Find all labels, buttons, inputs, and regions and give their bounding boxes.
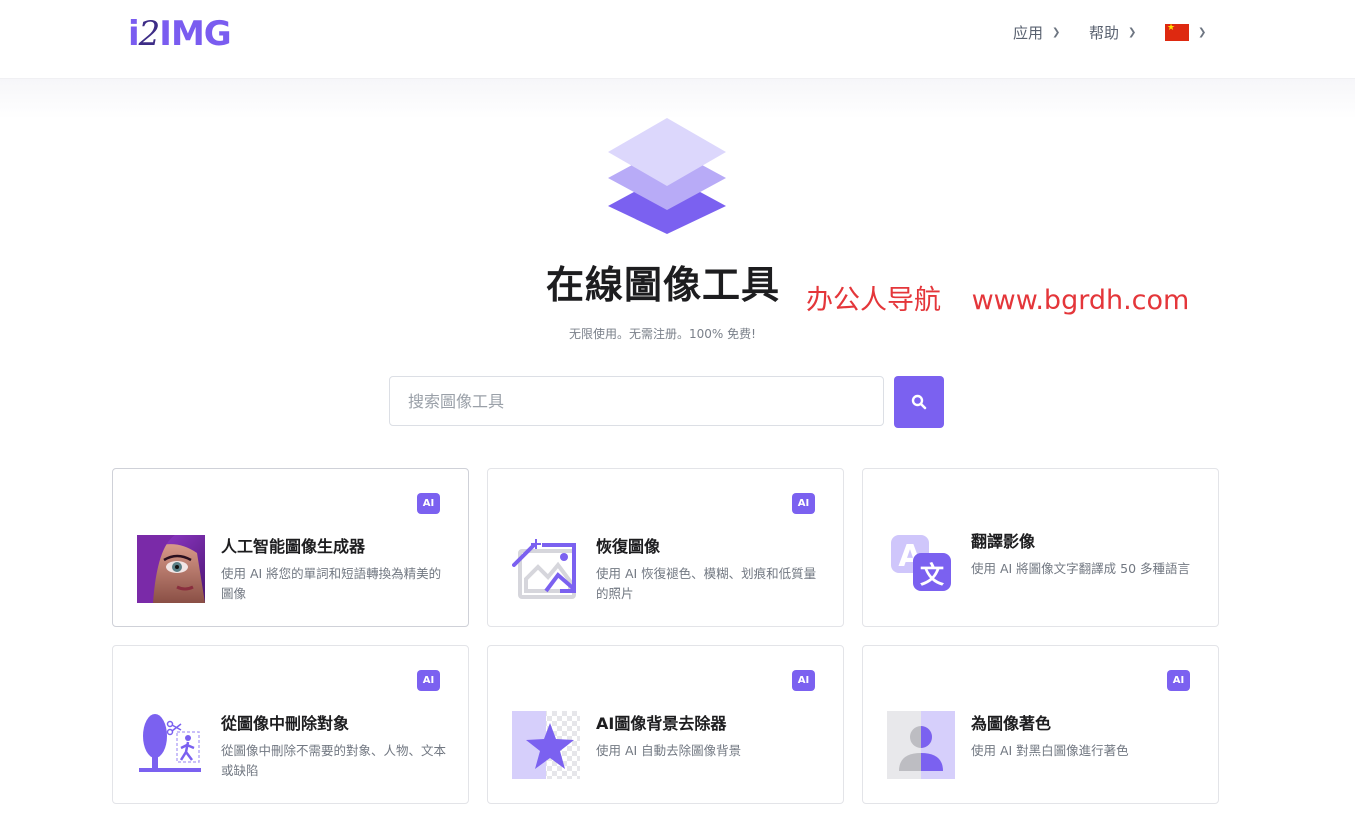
logo-prefix: i <box>128 14 140 54</box>
language-selector[interactable]: ★ ❯ <box>1165 24 1206 41</box>
ai-portrait-image <box>137 535 205 603</box>
chevron-down-icon: ❯ <box>1052 27 1061 38</box>
tool-description: 使用 AI 自動去除圖像背景 <box>596 743 742 758</box>
tool-description: 使用 AI 將圖像文字翻譯成 50 多種語言 <box>971 561 1191 576</box>
layers-icon <box>608 118 726 234</box>
tool-card-translate-image[interactable]: A 文 翻譯影像 使用 AI 將圖像文字翻譯成 50 多種語言 <box>862 468 1219 627</box>
ai-badge: AI <box>792 493 815 514</box>
tool-card-remove-object[interactable]: AI 從圖像中刪除對象 從圖像中刪除不需要的對象、人物、文本或缺陷 <box>112 645 469 804</box>
object-remove-icon <box>139 714 201 772</box>
tool-title: 從圖像中刪除對象 <box>221 714 350 733</box>
tool-title: 恢復圖像 <box>596 537 661 556</box>
tool-card-colorize-image[interactable]: AI 為圖像著色 使用 AI 對黑白圖像進行著色 <box>862 645 1219 804</box>
nav-apps-menu[interactable]: 应用 ❯ <box>1013 22 1060 43</box>
search-button[interactable] <box>894 376 944 428</box>
ai-badge: AI <box>417 493 440 514</box>
tool-description: 使用 AI 將您的單詞和短語轉換為精美的圖像 <box>221 566 442 601</box>
chevron-down-icon: ❯ <box>1198 27 1207 38</box>
tool-description: 使用 AI 對黑白圖像進行著色 <box>971 743 1129 758</box>
tool-title: 翻譯影像 <box>971 532 1036 551</box>
tool-title: 為圖像著色 <box>971 714 1052 733</box>
tool-card-ai-image-generator[interactable]: AI 人工智能圖像生成器 使用 AI 將您的單詞和短語轉換為精美的圖像 <box>112 468 469 627</box>
background-remove-icon <box>512 711 580 779</box>
nav-help-menu[interactable]: 帮助 ❯ <box>1089 22 1136 43</box>
tool-title: AI圖像背景去除器 <box>596 714 727 733</box>
tool-title: 人工智能圖像生成器 <box>221 537 366 556</box>
nav-apps-label: 应用 <box>1013 24 1044 42</box>
ai-badge: AI <box>417 670 440 691</box>
ai-badge: AI <box>792 670 815 691</box>
nav-help-label: 帮助 <box>1089 24 1120 42</box>
page-subtitle: 无限使用。无需注册。100% 免费! <box>569 327 756 341</box>
page-title: 在線圖像工具 <box>546 263 781 307</box>
watermark-text: 办公人导航 www.bgrdh.com <box>806 285 1190 316</box>
translate-icon: A 文 <box>891 535 951 591</box>
site-logo[interactable]: i 2 IMG <box>128 14 232 54</box>
search-input[interactable] <box>406 377 870 425</box>
top-navbar: i 2 IMG 应用 ❯ 帮助 ❯ ★ ❯ <box>0 0 1355 79</box>
logo-two: 2 <box>138 14 161 54</box>
hero-band <box>0 79 1355 119</box>
tool-description: 從圖像中刪除不需要的對象、人物、文本或缺陷 <box>221 743 447 778</box>
svg-text:文: 文 <box>920 561 945 589</box>
chevron-down-icon: ❯ <box>1128 27 1137 38</box>
tool-description: 使用 AI 恢復褪色、模糊、划痕和低質量的照片 <box>596 566 817 601</box>
ai-badge: AI <box>1167 670 1190 691</box>
tool-card-background-remover[interactable]: AI AI圖像背景去除器 使用 AI 自動去除圖像背景 <box>487 645 844 804</box>
magic-wand-image-icon <box>512 539 576 599</box>
search-icon <box>911 394 927 410</box>
china-flag-icon: ★ <box>1165 24 1189 41</box>
tool-card-restore-image[interactable]: AI 恢復圖像 使用 AI 恢復褪色、模糊、划痕和低質量的照片 <box>487 468 844 627</box>
logo-suffix: IMG <box>159 14 231 54</box>
search-field-wrapper <box>389 376 884 426</box>
colorize-icon <box>887 711 955 779</box>
